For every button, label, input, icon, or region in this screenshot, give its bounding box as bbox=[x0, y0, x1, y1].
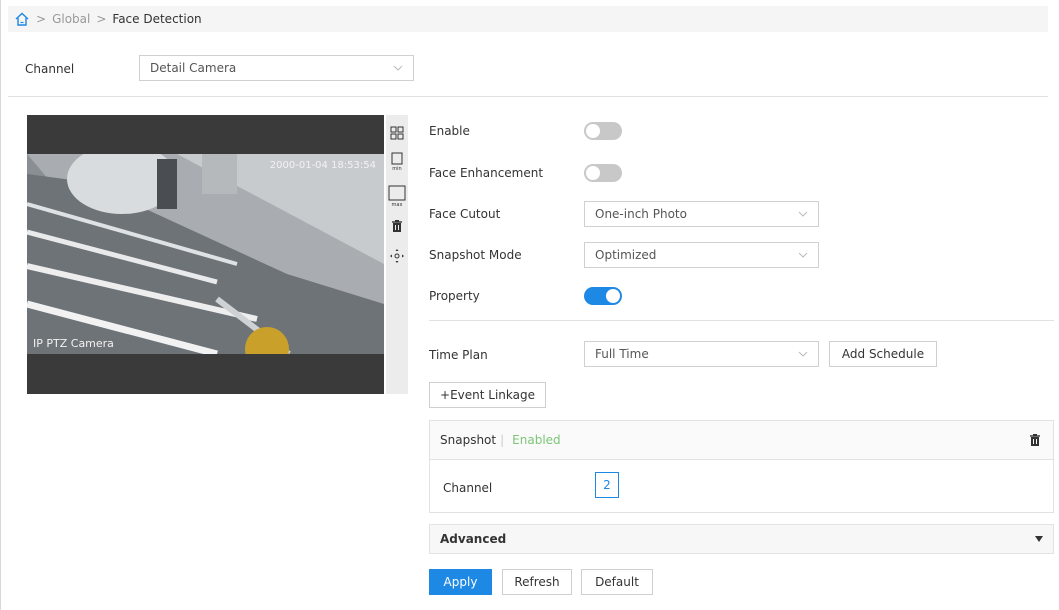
trash-icon[interactable] bbox=[389, 218, 405, 234]
advanced-section-toggle[interactable]: Advanced bbox=[429, 524, 1054, 554]
advanced-label: Advanced bbox=[440, 532, 507, 546]
property-toggle[interactable] bbox=[584, 287, 622, 305]
enable-label: Enable bbox=[429, 124, 470, 138]
face-cutout-label: Face Cutout bbox=[429, 207, 501, 221]
form-divider bbox=[429, 320, 1054, 321]
add-schedule-button[interactable]: Add Schedule bbox=[829, 341, 937, 367]
toggle-knob bbox=[586, 166, 600, 180]
face-enhancement-label: Face Enhancement bbox=[429, 166, 544, 180]
toggle-knob bbox=[586, 124, 600, 138]
video-preview[interactable]: 2000-01-04 18:53:54 IP PTZ Camera bbox=[27, 115, 384, 394]
drawing-toolbar: min max bbox=[386, 115, 408, 394]
caret-down-icon bbox=[1035, 536, 1043, 542]
snapshot-mode-label: Snapshot Mode bbox=[429, 248, 522, 262]
channel-select[interactable]: Detail Camera bbox=[139, 55, 414, 81]
face-cutout-value: One-inch Photo bbox=[595, 207, 687, 221]
face-enhancement-toggle[interactable] bbox=[584, 164, 622, 182]
breadcrumb-global[interactable]: Global bbox=[52, 12, 90, 26]
max-rect-icon[interactable]: max bbox=[388, 185, 406, 207]
snapshot-channel-label: Channel bbox=[443, 481, 493, 495]
refresh-button[interactable]: Refresh bbox=[502, 569, 572, 595]
move-icon[interactable] bbox=[389, 248, 405, 264]
grid-icon[interactable] bbox=[389, 125, 405, 141]
snapshot-channel-tag[interactable]: 2 bbox=[595, 472, 619, 498]
camera-scene-image bbox=[27, 154, 384, 354]
chevron-down-icon bbox=[798, 211, 808, 217]
breadcrumb: > Global > Face Detection bbox=[8, 6, 1048, 32]
channel-label: Channel bbox=[25, 62, 75, 76]
snapshot-panel-body bbox=[429, 459, 1054, 513]
snapshot-status: Enabled bbox=[512, 433, 561, 447]
snapshot-mode-select[interactable]: Optimized bbox=[584, 242, 819, 268]
breadcrumb-separator: > bbox=[36, 12, 47, 26]
event-linkage-button[interactable]: +Event Linkage bbox=[429, 382, 546, 408]
breadcrumb-separator: > bbox=[96, 12, 107, 26]
snapshot-title: Snapshot bbox=[440, 433, 497, 447]
home-icon[interactable] bbox=[14, 11, 30, 27]
toggle-knob bbox=[606, 289, 620, 303]
time-plan-value: Full Time bbox=[595, 347, 649, 361]
time-plan-label: Time Plan bbox=[429, 348, 488, 362]
trash-icon[interactable] bbox=[1029, 433, 1041, 447]
channel-select-value: Detail Camera bbox=[150, 61, 237, 75]
chevron-down-icon bbox=[798, 351, 808, 357]
time-plan-select[interactable]: Full Time bbox=[584, 341, 819, 367]
breadcrumb-face-detection: Face Detection bbox=[112, 12, 202, 26]
property-label: Property bbox=[429, 289, 480, 303]
face-cutout-select[interactable]: One-inch Photo bbox=[584, 201, 819, 227]
min-rect-label: min bbox=[392, 166, 401, 171]
video-camera-name: IP PTZ Camera bbox=[33, 337, 114, 350]
min-rect-icon[interactable]: min bbox=[389, 151, 405, 171]
snapshot-mode-value: Optimized bbox=[595, 248, 657, 262]
section-divider bbox=[8, 96, 1048, 97]
snapshot-panel-header: Snapshot | Enabled bbox=[429, 420, 1054, 460]
apply-button[interactable]: Apply bbox=[429, 569, 492, 595]
chevron-down-icon bbox=[798, 252, 808, 258]
enable-toggle[interactable] bbox=[584, 122, 622, 140]
video-timestamp: 2000-01-04 18:53:54 bbox=[269, 160, 376, 171]
max-rect-label: max bbox=[392, 202, 403, 207]
default-button[interactable]: Default bbox=[581, 569, 653, 595]
snapshot-separator: | bbox=[500, 433, 505, 447]
chevron-down-icon bbox=[393, 65, 403, 71]
